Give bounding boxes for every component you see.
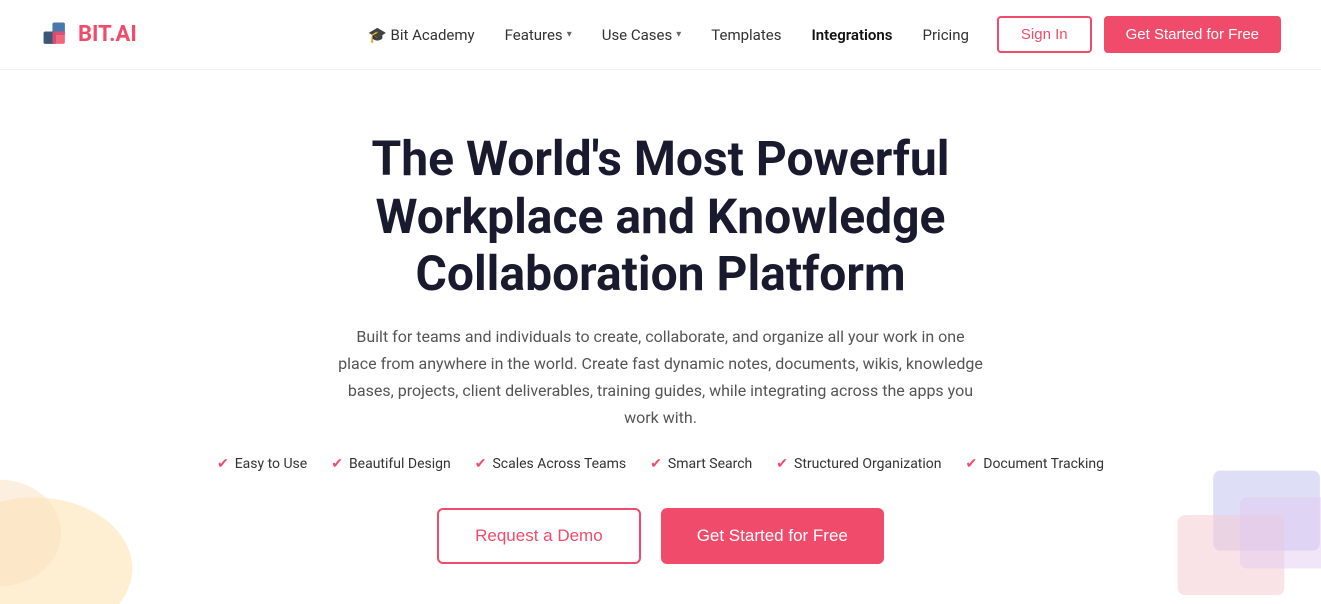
nav-item-academy[interactable]: 🎓 Bit Academy — [356, 20, 486, 50]
check-beautiful-design: ✔ Beautiful Design — [331, 456, 451, 472]
check-doc-tracking: ✔ Document Tracking — [966, 456, 1105, 472]
logo-text: BIT.AI — [78, 22, 137, 47]
cta-buttons: Request a Demo Get Started for Free — [437, 508, 884, 564]
hero-title: The World's Most Powerful Workplace and … — [261, 130, 1061, 303]
nav-item-integrations[interactable]: Integrations — [799, 20, 904, 50]
get-started-hero-button[interactable]: Get Started for Free — [661, 508, 884, 564]
navbar: BIT.AI 🎓 Bit Academy Features ▾ Use Case… — [0, 0, 1321, 70]
check-icon-2: ✔ — [331, 456, 343, 472]
check-icon-4: ✔ — [650, 456, 662, 472]
check-structured-org: ✔ Structured Organization — [776, 456, 941, 472]
blob-left-decoration — [0, 444, 160, 604]
blob-right-decoration — [1121, 444, 1321, 604]
nav-item-features[interactable]: Features ▾ — [493, 20, 584, 50]
bit-logo-icon — [40, 19, 72, 51]
check-icon-5: ✔ — [776, 456, 788, 472]
logo[interactable]: BIT.AI — [40, 19, 137, 51]
nav-item-pricing[interactable]: Pricing — [911, 20, 981, 50]
hero-section: The World's Most Powerful Workplace and … — [0, 70, 1321, 594]
check-scales: ✔ Scales Across Teams — [475, 456, 626, 472]
feature-checks: ✔ Easy to Use ✔ Beautiful Design ✔ Scale… — [217, 456, 1104, 472]
check-icon-1: ✔ — [217, 456, 229, 472]
get-started-nav-button[interactable]: Get Started for Free — [1104, 16, 1281, 53]
check-easy-use: ✔ Easy to Use — [217, 456, 307, 472]
check-smart-search: ✔ Smart Search — [650, 456, 752, 472]
check-icon-3: ✔ — [475, 456, 487, 472]
check-icon-6: ✔ — [966, 456, 978, 472]
request-demo-button[interactable]: Request a Demo — [437, 508, 641, 564]
signin-button[interactable]: Sign In — [997, 16, 1092, 53]
nav-item-templates[interactable]: Templates — [699, 20, 793, 50]
nav-item-use-cases[interactable]: Use Cases ▾ — [590, 20, 694, 50]
hero-subtitle: Built for teams and individuals to creat… — [336, 323, 986, 432]
